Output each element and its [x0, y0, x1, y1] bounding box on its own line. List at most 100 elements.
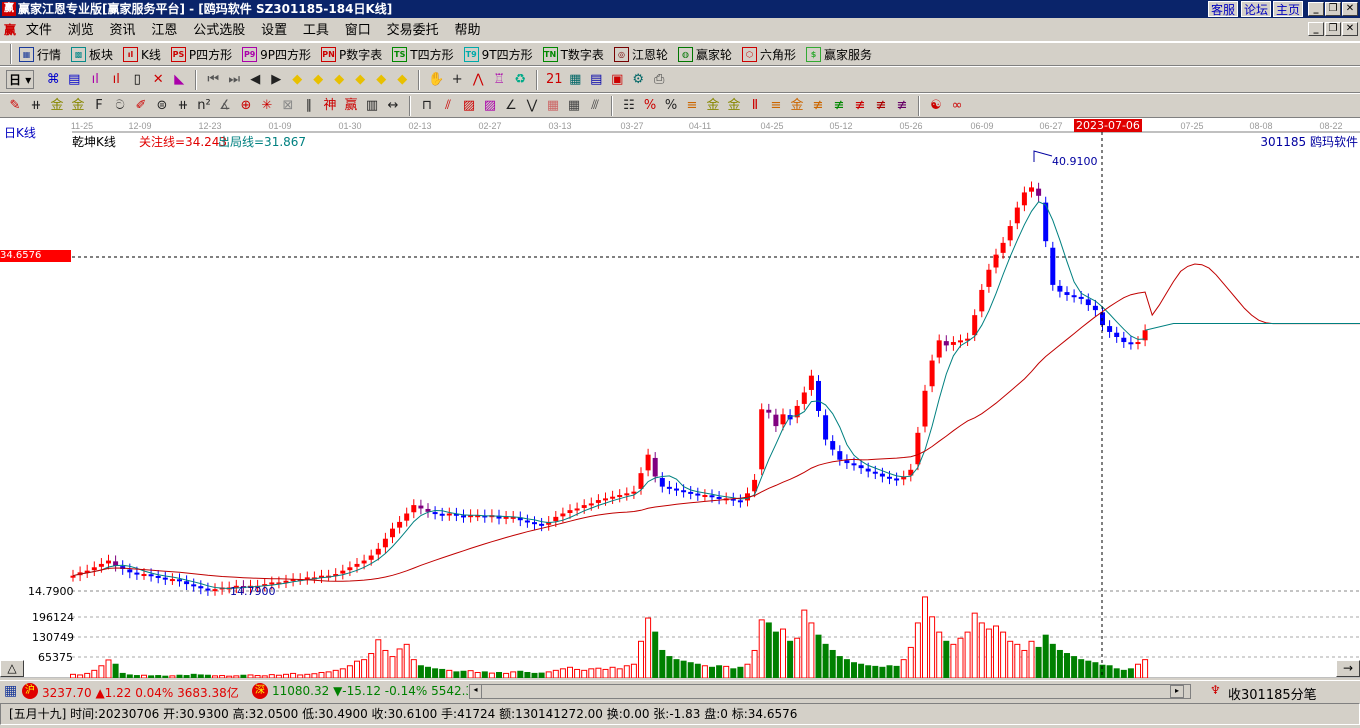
bars-red-icon[interactable]: Ⅱ: [746, 97, 764, 115]
toolbar-button-p9[interactable]: P9 9P四方形: [242, 46, 311, 63]
toolbar-button-gann-wheel[interactable]: ◎ 江恩轮: [613, 46, 668, 63]
kline-chart[interactable]: 11-25 12-09 12-23 01-09 01-30 02-13 02-27 03-13…: [0, 118, 1360, 679]
toolbar-button-kline[interactable]: ıl K线: [123, 46, 161, 63]
app-menu-icon[interactable]: 赢: [4, 23, 16, 37]
toolbar-button-grid-table[interactable]: ▦ 行情: [19, 46, 61, 63]
taiji-icon[interactable]: ☯: [927, 97, 945, 115]
angle-lines-icon[interactable]: ∠: [502, 97, 520, 115]
first-icon[interactable]: ⏮: [204, 71, 222, 89]
document-icon[interactable]: ▤: [587, 71, 605, 89]
spiral-icon[interactable]: ට: [111, 97, 129, 115]
calculator-icon[interactable]: ▦: [566, 71, 584, 89]
width-icon[interactable]: ↔: [384, 97, 402, 115]
diamond-right-icon[interactable]: ◆: [309, 71, 327, 89]
scroll-left-arrow-icon[interactable]: ◂: [470, 685, 482, 698]
menu-formula[interactable]: 公式选股: [193, 23, 245, 38]
hash-icon[interactable]: ⧺: [27, 97, 45, 115]
menu-file[interactable]: 文件: [26, 23, 52, 38]
tangle-icon[interactable]: ⌘: [44, 71, 62, 89]
notes-icon[interactable]: ▤: [65, 71, 83, 89]
child-close-button[interactable]: ✕: [1342, 22, 1358, 36]
menu-trade[interactable]: 交易委托: [387, 23, 439, 38]
gold2-icon[interactable]: 金: [69, 97, 87, 115]
bars-icon[interactable]: ⧺: [174, 97, 192, 115]
step2-icon[interactable]: ≢: [830, 97, 848, 115]
stamp-icon[interactable]: ♖: [490, 71, 508, 89]
star-grid-icon[interactable]: ✳: [258, 97, 276, 115]
hand-icon[interactable]: ✋: [427, 71, 445, 89]
crosshair-icon[interactable]: +: [448, 71, 466, 89]
zigzag-icon[interactable]: ⋁: [523, 97, 541, 115]
grid-icon[interactable]: ▦: [544, 97, 562, 115]
rect-icon[interactable]: ⊓: [418, 97, 436, 115]
equal-icon[interactable]: ≡: [767, 97, 785, 115]
child-restore-button[interactable]: ❐: [1325, 22, 1341, 36]
close-button[interactable]: ✕: [1342, 2, 1358, 16]
fan-lines-icon[interactable]: ⫽: [439, 97, 457, 115]
diamond-plus-icon[interactable]: ◆: [330, 71, 348, 89]
gold1-icon[interactable]: 金: [48, 97, 66, 115]
percent-red-icon[interactable]: %: [641, 97, 659, 115]
target-icon[interactable]: ⊕: [237, 97, 255, 115]
homepage-link[interactable]: 主页: [1273, 1, 1304, 17]
circle-grid-icon[interactable]: ⊜: [153, 97, 171, 115]
toolbar-button-pn[interactable]: PN P数字表: [321, 46, 382, 63]
step1-icon[interactable]: ≢: [809, 97, 827, 115]
infinity-icon[interactable]: ∞: [948, 97, 966, 115]
toolbar-button-t9[interactable]: T9 9T四方形: [463, 46, 533, 63]
menu-tools[interactable]: 工具: [303, 23, 329, 38]
ying-icon[interactable]: 赢: [342, 97, 360, 115]
ruler-icon[interactable]: ▥: [363, 97, 381, 115]
candle-select-icon[interactable]: ▯: [128, 71, 146, 89]
mask-icon[interactable]: ✕: [149, 71, 167, 89]
shen-icon[interactable]: 神: [321, 97, 339, 115]
toolbar-button-tn[interactable]: TN T数字表: [542, 46, 604, 63]
last-icon[interactable]: ⏭: [225, 71, 243, 89]
grid2-icon[interactable]: ▦: [565, 97, 583, 115]
level1-icon[interactable]: ≡: [683, 97, 701, 115]
minimize-button[interactable]: _: [1308, 2, 1324, 16]
table-icon[interactable]: ☷: [620, 97, 638, 115]
period-dropdown[interactable]: 日 ▾: [6, 70, 35, 89]
quote-table-icon[interactable]: ▦: [4, 683, 17, 699]
left-arrow-icon[interactable]: ◀: [246, 71, 264, 89]
menu-browse[interactable]: 浏览: [68, 23, 94, 38]
right-arrow-icon[interactable]: ▶: [267, 71, 285, 89]
restore-button[interactable]: ❐: [1325, 2, 1341, 16]
step3-icon[interactable]: ≢: [851, 97, 869, 115]
menu-help[interactable]: 帮助: [454, 23, 480, 38]
f-line-icon[interactable]: F: [90, 97, 108, 115]
menu-news[interactable]: 资讯: [110, 23, 136, 38]
toolbar-button-dollar[interactable]: $ 赢家服务: [805, 46, 872, 63]
printer-icon[interactable]: ⎙: [650, 71, 668, 89]
n2-icon[interactable]: n²: [195, 97, 213, 115]
save-icon[interactable]: ▣: [608, 71, 626, 89]
recycle-icon[interactable]: ♻: [511, 71, 529, 89]
scroll-right-button[interactable]: →: [1336, 660, 1360, 677]
toolbar-button-ps[interactable]: PS P四方形: [170, 46, 232, 63]
toolbar-button-winner-wheel[interactable]: ◍ 赢家轮: [677, 46, 732, 63]
parallel-icon[interactable]: ⫻: [586, 97, 604, 115]
diamond-star-icon[interactable]: ◆: [351, 71, 369, 89]
pen-icon[interactable]: ✎: [6, 97, 24, 115]
customer-service-link[interactable]: 客服: [1208, 1, 1239, 17]
box-fan-icon[interactable]: ▨: [460, 97, 478, 115]
network-icon[interactable]: ⚙: [629, 71, 647, 89]
expand-up-button[interactable]: △: [0, 660, 24, 677]
step4-icon[interactable]: ≢: [872, 97, 890, 115]
diamond-cross-icon[interactable]: ◆: [372, 71, 390, 89]
menu-gann[interactable]: 江恩: [151, 23, 177, 38]
toolbar-button-ts[interactable]: TS T四方形: [392, 46, 454, 63]
percent-icon[interactable]: %: [662, 97, 680, 115]
box-fan2-icon[interactable]: ▨: [481, 97, 499, 115]
line-tool-icon[interactable]: ⋀: [469, 71, 487, 89]
gold3-icon[interactable]: 金: [788, 97, 806, 115]
toolbar-button-sector-blocks[interactable]: ▩ 板块: [71, 46, 113, 63]
diamond-left-icon[interactable]: ◆: [288, 71, 306, 89]
calendar-icon[interactable]: 21: [545, 71, 563, 89]
slash-icon[interactable]: ∥: [300, 97, 318, 115]
box-grid-icon[interactable]: ⊠: [279, 97, 297, 115]
forum-link[interactable]: 论坛: [1241, 1, 1272, 17]
diamond-updown-icon[interactable]: ◆: [393, 71, 411, 89]
gold-ring-icon[interactable]: 金: [704, 97, 722, 115]
